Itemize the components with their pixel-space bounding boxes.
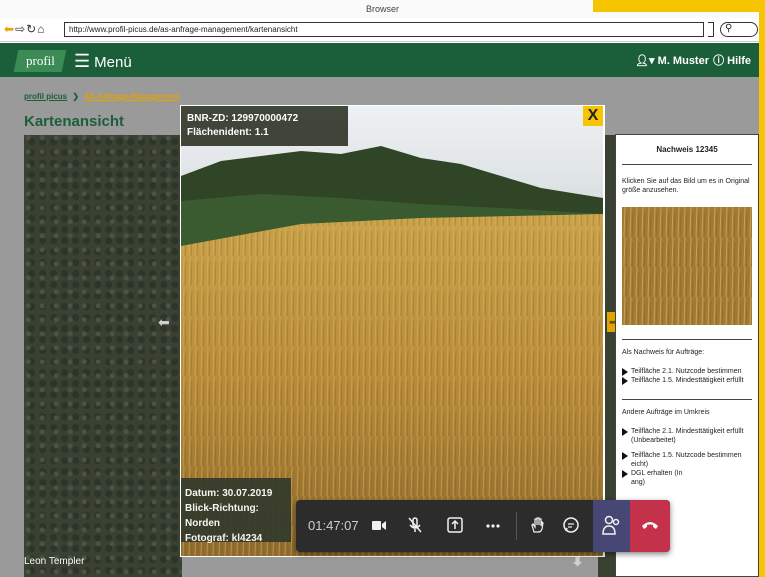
participant-name: Leon Templer [24,556,85,567]
menu-button[interactable]: ☰ Menü [74,50,132,74]
other-order-text: ang) [631,479,646,486]
photo-thumbnail[interactable] [622,207,752,325]
share-screen-icon[interactable] [442,513,468,539]
breadcrumb-separator-icon: ❯ [72,92,80,101]
other-orders-heading: Andere Aufträge im Umkreis [622,409,710,416]
camera-icon[interactable] [366,513,392,539]
photographer-label: Fotograf: kl4234 [185,533,263,544]
other-orders-section: Andere Aufträge im Umkreis Teilfläche 2.… [622,399,752,487]
orders-section: Als Nachweis für Aufträge: Teilfläche 2.… [622,339,752,385]
panel-hint: Klicken Sie auf das Bild um es in Origin… [622,178,750,194]
close-button[interactable]: X [583,106,603,126]
search-icon: ⚲ [725,23,733,34]
forward-icon[interactable]: ⇨ [15,22,26,36]
participants-button[interactable] [593,500,630,552]
call-timer: 01:47:07 [308,518,359,533]
orders-heading: Als Nachweis für Aufträge: [622,349,705,356]
hamburger-icon: ☰ [74,51,91,71]
other-order-text: eicht) [631,461,649,468]
mic-muted-icon[interactable] [402,513,428,539]
map-arrow-left-icon[interactable]: ⬅ [158,314,170,331]
photo-info-top: BNR-ZD: 129970000472 Flächenident: 1.1 [181,106,348,146]
order-link[interactable]: Teilfläche 2.1. Nutzcode bestimmen [622,367,752,376]
other-order-link[interactable]: DGL erhalten (In [622,469,752,478]
reload-icon[interactable]: ↻ [26,22,37,36]
back-icon[interactable]: ⬅ [4,22,15,36]
highlight-corner [593,0,765,12]
hang-up-button[interactable] [630,500,670,552]
chat-icon[interactable] [558,513,584,539]
satellite-map[interactable] [24,135,182,577]
other-order-link[interactable]: Teilfläche 1.5. Nutzcode bestimmen [622,451,752,460]
user-menu[interactable]: 👤︎▾ M. Muster [635,52,709,70]
highlight-edge [759,0,765,577]
user-icon: 👤︎▾ [635,55,655,67]
phone-hangup-icon [642,522,658,529]
search-field[interactable]: ⚲ [720,22,758,37]
breadcrumb: profil picus ❯ AS-Anfrage-Management [24,92,180,102]
app-header: profil ☰ Menü 👤︎▾ M. Muster ⓘ Hilfe [0,43,759,77]
more-options-icon[interactable] [480,513,506,539]
home-icon[interactable]: ⌂ [37,22,45,36]
menu-label: Menü [94,54,132,71]
help-icon: ⓘ [713,55,725,67]
logo[interactable]: profil [13,50,67,72]
panel-title: Nachweis 12345 [622,135,752,165]
help-button[interactable]: ⓘ Hilfe [713,52,751,70]
flaechenident-label: Flächenident: 1.1 [187,127,269,138]
toolbar-divider [516,512,517,540]
url-input[interactable]: http://www.profil-picus.de/as-anfrage-ma… [64,22,704,37]
bnr-label: BNR-ZD: 129970000472 [187,113,299,124]
breadcrumb-home[interactable]: profil picus [24,92,67,101]
nav-icons: ⬅⇨↻⌂ [4,21,45,37]
help-label: Hilfe [727,55,751,67]
date-label: Datum: 30.07.2019 [185,488,273,499]
url-dropdown-button[interactable] [708,22,714,37]
participants-icon [601,515,619,535]
photo-info-bottom: Datum: 30.07.2019 Blick-Richtung: Norden… [181,478,291,544]
user-name: M. Muster [657,55,709,67]
address-bar-row: ⬅⇨↻⌂ http://www.profil-picus.de/as-anfra… [0,18,765,42]
view-direction-label: Blick-Richtung: Norden [185,503,259,529]
page-title: Kartenansicht [24,113,125,130]
call-toolbar: 01:47:07 [296,500,670,552]
raise-hand-icon[interactable] [524,513,550,539]
order-link[interactable]: Teilfläche 1.5. Mindesttätigkeit erfüllt [622,376,752,385]
breadcrumb-current[interactable]: AS-Anfrage-Management [84,92,180,101]
other-order-link[interactable]: Teilfläche 2.1. Mindesttätigkeit erfüllt… [622,427,752,445]
